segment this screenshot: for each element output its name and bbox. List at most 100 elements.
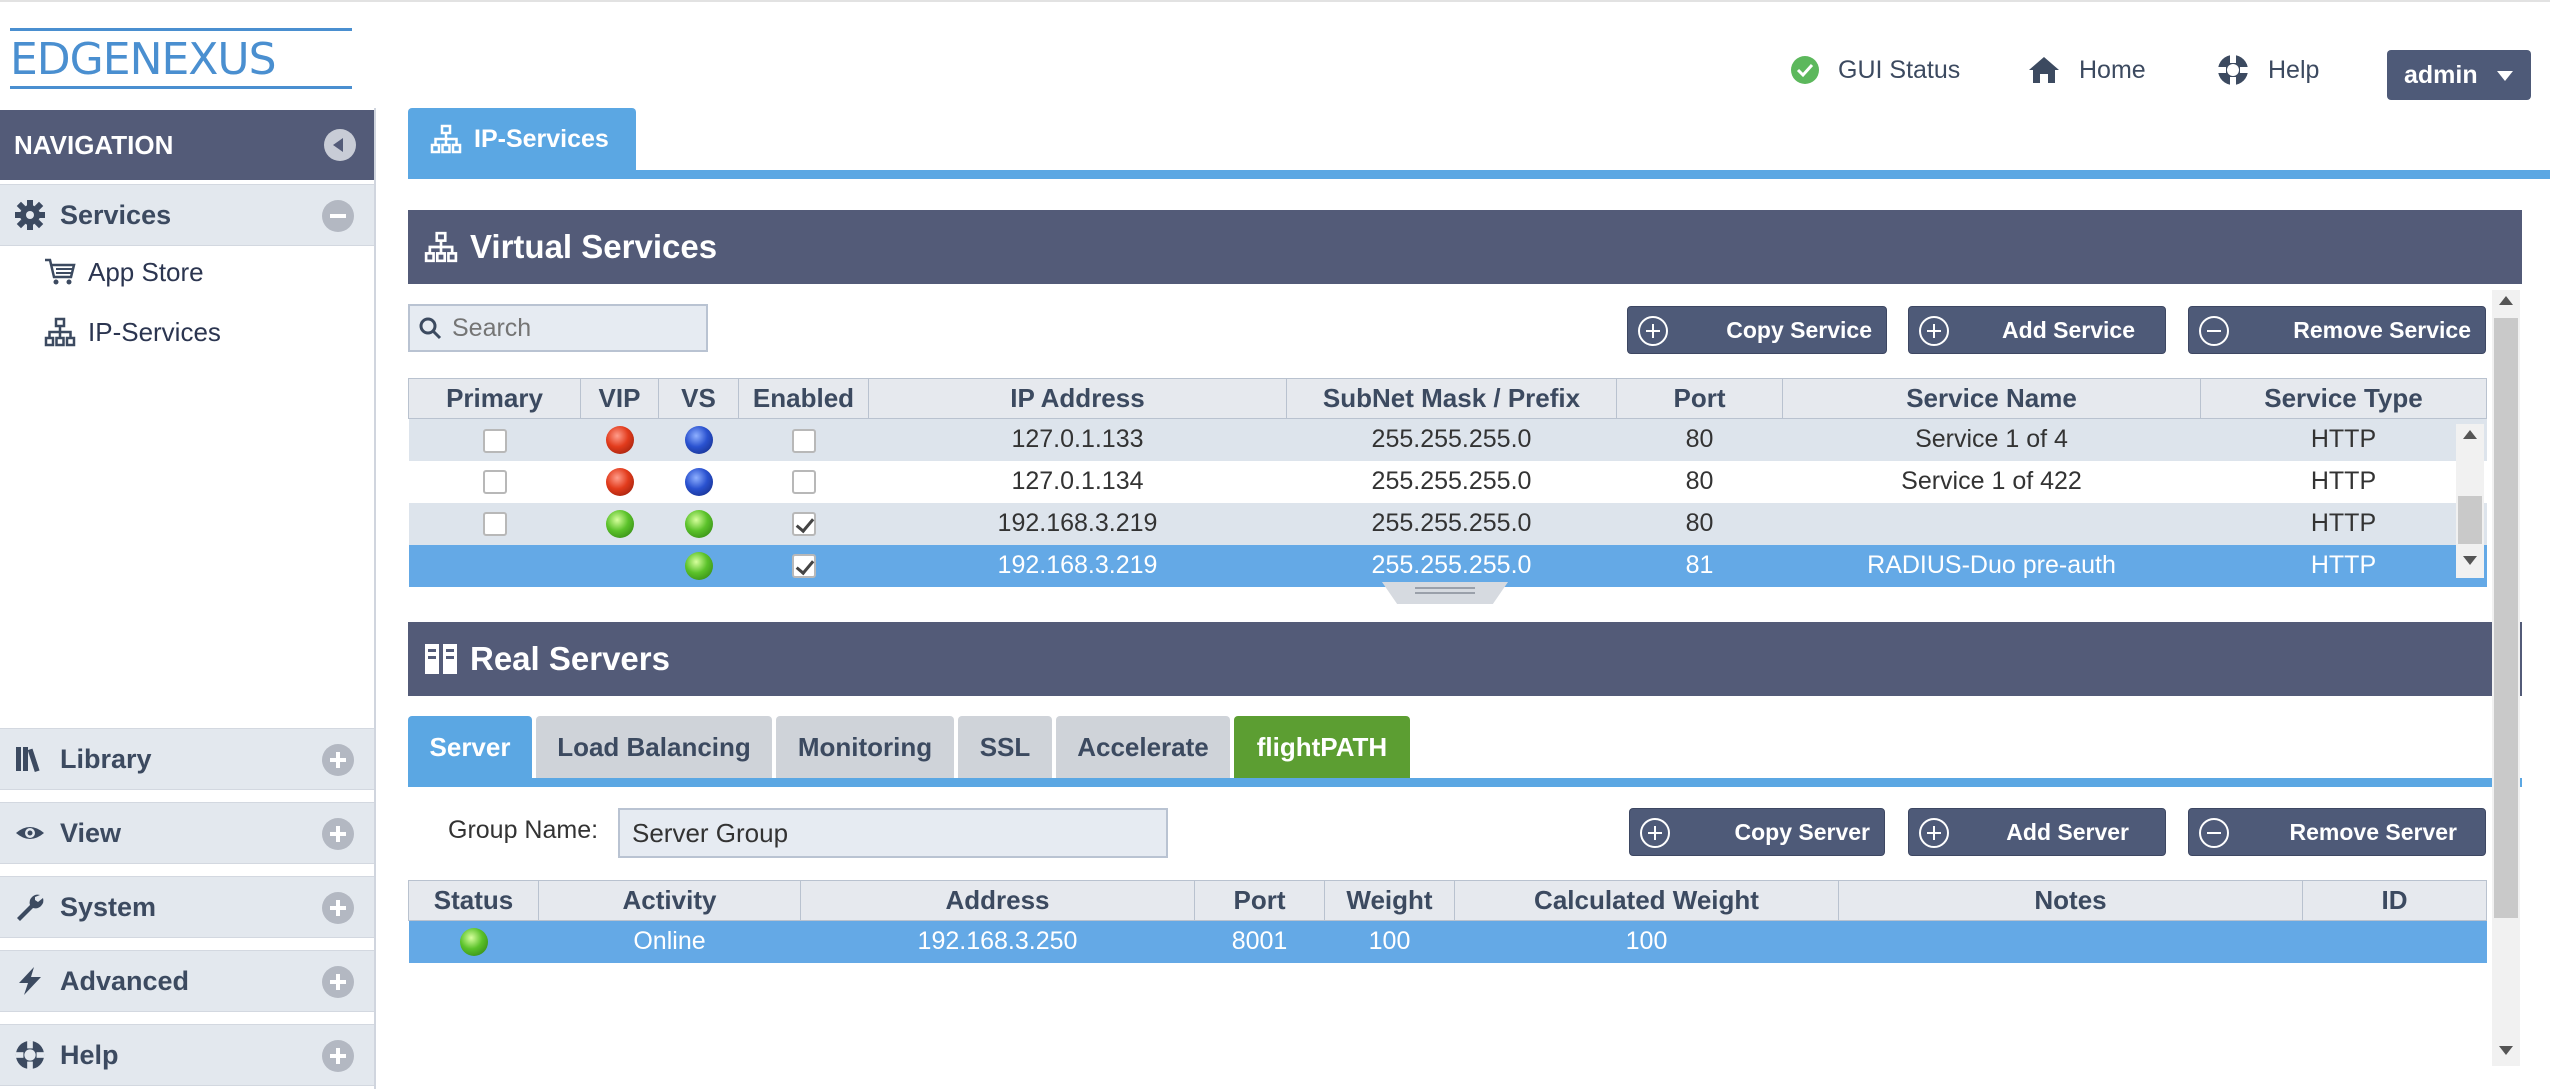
sidebar-section-library[interactable]: Library [0, 728, 374, 790]
copy-service-button[interactable]: Copy Service [1627, 306, 1887, 354]
help-link[interactable]: Help [2216, 50, 2319, 90]
vs-status-blue-icon [684, 468, 713, 497]
lifebuoy-icon [15, 1040, 45, 1070]
scroll-up-icon[interactable] [2463, 430, 2477, 439]
virtual-services-title: Virtual Services [470, 228, 718, 265]
scrollbar-thumb[interactable] [2458, 496, 2482, 544]
sidebar-section-view[interactable]: View [0, 802, 374, 864]
navigation-title: NAVIGATION [14, 129, 174, 160]
home-link[interactable]: Home [2027, 50, 2146, 90]
column-header[interactable]: VS [658, 378, 739, 419]
service-type-cell: HTTP [2200, 544, 2487, 587]
main-scrollbar[interactable] [2492, 290, 2520, 1066]
scroll-down-icon[interactable] [2463, 556, 2477, 565]
primary-checkbox[interactable] [482, 512, 507, 537]
column-header[interactable]: Service Type [2200, 378, 2487, 419]
eye-icon [16, 827, 44, 839]
collapse-services-icon[interactable] [322, 200, 354, 232]
expand-view-icon[interactable] [322, 818, 354, 850]
sidebar-section-services[interactable]: Services [0, 184, 374, 246]
remove-server-label: Remove Server [2289, 818, 2458, 845]
remove-service-button[interactable]: Remove Service [2188, 306, 2486, 354]
column-header[interactable]: VIP [580, 378, 659, 419]
copy-server-label: Copy Server [1734, 818, 1870, 845]
column-header[interactable]: Notes [1838, 880, 2303, 921]
real-servers-title: Real Servers [470, 640, 670, 677]
primary-checkbox[interactable] [482, 428, 507, 453]
sidebar-section-help[interactable]: Help [0, 1024, 374, 1086]
column-header[interactable]: Port [1616, 378, 1783, 419]
sidebar-section-label: View [60, 817, 122, 848]
gui-status-link[interactable]: GUI Status [1790, 50, 1960, 90]
table-row[interactable]: 192.168.3.219 255.255.255.0 80 HTTP [408, 502, 2487, 545]
real-servers-header: Real Servers [408, 622, 2522, 696]
subnet-cell: 255.255.255.0 [1286, 544, 1617, 587]
group-name-field[interactable]: Server Group [618, 808, 1168, 858]
tab-monitoring[interactable]: Monitoring [776, 716, 954, 778]
column-header[interactable]: Primary [408, 378, 581, 419]
column-header[interactable]: Calculated Weight [1454, 880, 1839, 921]
column-header[interactable]: Weight [1324, 880, 1455, 921]
home-icon [2029, 57, 2059, 83]
scrollbar-thumb[interactable] [2494, 318, 2518, 918]
collapse-sidebar-icon[interactable] [324, 129, 356, 161]
sidebar: NAVIGATION Services App Store IP-Service… [0, 108, 376, 1089]
add-server-button[interactable]: Add Server [1908, 808, 2166, 856]
column-header[interactable]: ID [2302, 880, 2487, 921]
enabled-checkbox[interactable] [791, 512, 816, 537]
column-header[interactable]: Service Name [1782, 378, 2201, 419]
table-row-selected[interactable]: Online 192.168.3.250 8001 100 100 [408, 920, 2487, 963]
table-resize-handle[interactable] [1382, 582, 1508, 604]
port-cell: 80 [1685, 467, 1714, 495]
column-header[interactable]: Enabled [738, 378, 869, 419]
column-header[interactable]: IP Address [868, 378, 1287, 419]
ip-address-cell: 127.0.1.133 [868, 418, 1287, 461]
gear-icon [15, 200, 45, 230]
sidebar-item-ip-services[interactable]: IP-Services [44, 312, 221, 352]
server-rack-icon [425, 644, 457, 674]
service-name-cell: RADIUS-Duo pre-auth [1782, 544, 2201, 587]
tab-load-balancing[interactable]: Load Balancing [536, 716, 772, 778]
primary-checkbox[interactable] [482, 470, 507, 495]
search-input[interactable] [452, 313, 692, 343]
column-header[interactable]: Activity [538, 880, 801, 921]
service-name-cell [1782, 502, 2201, 545]
virtual-services-header: Virtual Services [408, 210, 2522, 284]
scroll-down-icon[interactable] [2499, 1046, 2513, 1055]
add-service-button[interactable]: Add Service [1908, 306, 2166, 354]
sidebar-item-app-store[interactable]: App Store [44, 252, 204, 292]
tab-ssl[interactable]: SSL [958, 716, 1052, 778]
tab-underline [408, 170, 2550, 179]
column-header[interactable]: Port [1194, 880, 1325, 921]
column-header[interactable]: Address [800, 880, 1195, 921]
column-header[interactable]: SubNet Mask / Prefix [1286, 378, 1617, 419]
table-row[interactable]: 127.0.1.134 255.255.255.0 80 Service 1 o… [409, 461, 2487, 503]
sidebar-section-system[interactable]: System [0, 876, 374, 938]
service-type-cell: HTTP [2200, 418, 2487, 461]
tab-flightpath[interactable]: flightPATH [1234, 716, 1410, 778]
tab-server[interactable]: Server [408, 716, 532, 778]
tab-label: Load Balancing [557, 731, 751, 762]
sidebar-section-advanced[interactable]: Advanced [0, 950, 374, 1012]
subnet-cell: 255.255.255.0 [1286, 418, 1617, 461]
enabled-checkbox[interactable] [791, 470, 816, 495]
search-box[interactable] [408, 304, 708, 352]
copy-server-button[interactable]: Copy Server [1629, 808, 1885, 856]
tab-ip-services[interactable]: IP-Services [408, 108, 636, 170]
expand-advanced-icon[interactable] [322, 966, 354, 998]
search-icon [419, 317, 442, 340]
expand-system-icon[interactable] [322, 892, 354, 924]
user-menu-button[interactable]: admin [2387, 50, 2531, 100]
scroll-up-icon[interactable] [2499, 296, 2513, 305]
expand-help-icon[interactable] [322, 1040, 354, 1072]
enabled-checkbox[interactable] [791, 428, 816, 453]
sitemap-icon [430, 124, 462, 154]
table-row[interactable]: 127.0.1.133 255.255.255.0 80 Service 1 o… [408, 418, 2487, 461]
enabled-checkbox[interactable] [791, 554, 816, 579]
table-row-selected[interactable]: 192.168.3.219 255.255.255.0 81 RADIUS-Du… [408, 544, 2487, 587]
remove-server-button[interactable]: Remove Server [2188, 808, 2486, 856]
expand-library-icon[interactable] [322, 744, 354, 776]
vs-table-scrollbar[interactable] [2456, 424, 2484, 578]
tab-accelerate[interactable]: Accelerate [1056, 716, 1230, 778]
column-header[interactable]: Status [408, 880, 539, 921]
